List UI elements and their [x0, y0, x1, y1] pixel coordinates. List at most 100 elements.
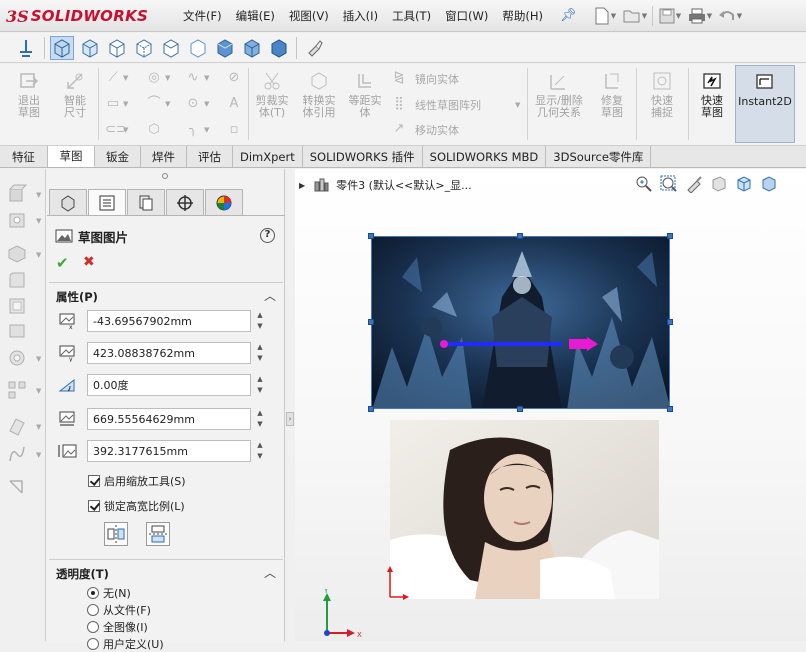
previous-view-icon[interactable]	[683, 173, 705, 195]
cube-view-9-icon[interactable]	[267, 36, 291, 60]
line-dropdown-icon[interactable]: ▼	[123, 74, 128, 82]
resize-handle-top-right[interactable]	[667, 233, 673, 239]
spin-down-icon[interactable]: ▼	[254, 451, 266, 462]
circle-dropdown-icon[interactable]: ▼	[165, 74, 170, 82]
resize-handle-left[interactable]	[368, 319, 374, 325]
point-icon[interactable]: ⊘	[226, 70, 242, 86]
text-icon[interactable]: A	[226, 96, 242, 112]
tab-solidworks-addins[interactable]: SOLIDWORKS 插件	[303, 146, 423, 167]
print-icon[interactable]: ▼	[685, 4, 715, 28]
cube-view-5-icon[interactable]	[159, 36, 183, 60]
graphics-area[interactable]: ▶ 零件3 (默认<<默认>_显... Y X	[295, 169, 806, 641]
rectangle-dropdown-icon[interactable]: ▼	[123, 100, 128, 108]
transparency-user-defined-radio[interactable]: 用户定义(U)	[87, 636, 164, 652]
offset-entities-button[interactable]: 等距实体	[343, 70, 387, 119]
collapse-up-icon[interactable]: ︿	[264, 564, 276, 581]
collapse-up-icon[interactable]: ︿	[264, 287, 276, 304]
convert-entities-button[interactable]: 转换实体引用	[297, 70, 341, 119]
linear-pattern-dropdown-icon[interactable]: ▼	[515, 101, 520, 109]
reference-geometry-icon[interactable]	[6, 415, 28, 437]
spin-up-icon[interactable]: ▲	[254, 408, 266, 419]
checkbox-checked-icon[interactable]	[88, 475, 100, 487]
x-position-spinner[interactable]: ▲ ▼	[254, 310, 266, 332]
cube-view-1-icon[interactable]	[50, 36, 74, 60]
view-orientation-icon[interactable]	[733, 173, 755, 195]
smart-dimension-button[interactable]: 智能尺寸	[54, 70, 96, 119]
trim-entities-button[interactable]: 剪裁实体(T)	[250, 70, 294, 119]
cut-dropdown-icon[interactable]: ▼	[36, 251, 41, 259]
rectangle-icon[interactable]: ▭	[105, 96, 121, 112]
flyout-tree-row[interactable]: ▶ 零件3 (默认<<默认>_显...	[299, 177, 472, 193]
line-icon[interactable]: ⟋	[105, 70, 121, 86]
radio-icon[interactable]	[87, 621, 99, 633]
new-icon[interactable]: ▼	[590, 4, 620, 28]
enable-scale-tool-checkbox[interactable]: 启用缩放工具(S)	[88, 472, 186, 490]
polygon-icon[interactable]: ⬡	[146, 122, 162, 138]
spin-down-icon[interactable]: ▼	[254, 353, 266, 364]
angle-field[interactable]	[87, 374, 251, 396]
y-position-spinner[interactable]: ▲ ▼	[254, 342, 266, 364]
resize-handle-top-left[interactable]	[368, 233, 374, 239]
cut-icon[interactable]	[6, 243, 28, 265]
spin-up-icon[interactable]: ▲	[254, 374, 266, 385]
ellipse-icon[interactable]: ⊙	[185, 96, 201, 112]
width-field[interactable]	[87, 408, 251, 430]
tab-3dsource[interactable]: 3DSource零件库	[546, 146, 652, 167]
display-style-icon[interactable]	[758, 173, 780, 195]
section-view-icon[interactable]	[708, 173, 730, 195]
tab-configurationmanager[interactable]	[127, 189, 165, 215]
checkbox-checked-icon[interactable]	[88, 500, 100, 512]
transparency-from-file-radio[interactable]: 从文件(F)	[87, 602, 151, 618]
slot-icon[interactable]: ⊂⊃	[105, 122, 127, 138]
instant2d-button[interactable]: Instant2D	[735, 65, 795, 143]
zoom-to-area-icon[interactable]	[658, 173, 680, 195]
reference-dropdown-icon[interactable]: ▼	[36, 423, 41, 431]
expand-arrow-icon[interactable]: ▶	[299, 181, 305, 190]
panel-grip[interactable]	[162, 173, 168, 179]
cube-view-8-icon[interactable]	[240, 36, 264, 60]
resize-handle-top[interactable]	[517, 233, 523, 239]
tab-sketch[interactable]: 草图	[48, 146, 95, 167]
curves-icon[interactable]	[6, 443, 28, 465]
display-delete-relations-button[interactable]: 显示/删除几何关系	[530, 70, 588, 119]
menu-view[interactable]: 视图(V)	[282, 8, 336, 24]
mirror-entities-button[interactable]: 镜向实体	[415, 71, 459, 87]
revolve-dropdown-icon[interactable]: ▼	[36, 217, 41, 225]
fillet-icon[interactable]: ╮	[185, 122, 201, 138]
transparency-none-radio[interactable]: 无(N)	[87, 585, 131, 601]
tab-sheet-metal[interactable]: 钣金	[95, 146, 141, 167]
ellipse-dropdown-icon[interactable]: ▼	[204, 100, 209, 108]
cube-view-7-icon[interactable]	[213, 36, 237, 60]
y-position-field[interactable]	[87, 342, 251, 364]
extrude-dropdown-icon[interactable]: ▼	[36, 191, 41, 199]
point-small-icon[interactable]: ▫	[226, 122, 242, 138]
linear-pattern-button[interactable]: 线性草图阵列	[415, 97, 481, 113]
panel-collapse-handle[interactable]: ›	[286, 412, 294, 426]
flashlight-icon[interactable]	[302, 36, 326, 60]
hole-dropdown-icon[interactable]: ▼	[36, 355, 41, 363]
height-spinner[interactable]: ▲ ▼	[254, 440, 266, 462]
pattern-dropdown-icon[interactable]: ▼	[36, 387, 41, 395]
flip-horizontal-button[interactable]	[104, 522, 128, 546]
pin-icon[interactable]: 📌︎	[560, 8, 577, 23]
shell-icon[interactable]	[6, 295, 28, 317]
rib-icon[interactable]	[6, 319, 28, 341]
cancel-x-icon[interactable]: ✖	[83, 254, 95, 270]
rapid-sketch-button[interactable]: 快速草图	[690, 70, 734, 119]
exit-sketch-button[interactable]: 退出草图	[8, 70, 50, 119]
tab-featuremanager[interactable]	[49, 189, 87, 215]
open-icon[interactable]: ▼	[620, 4, 650, 28]
properties-section-header[interactable]: 属性(P) ︿	[49, 282, 283, 306]
zoom-to-fit-icon[interactable]	[633, 173, 655, 195]
menu-file[interactable]: 文件(F)	[176, 8, 229, 24]
move-entities-button[interactable]: 移动实体	[415, 122, 459, 138]
curves-dropdown-icon[interactable]: ▼	[36, 451, 41, 459]
menu-window[interactable]: 窗口(W)	[438, 8, 495, 24]
hole-wizard-icon[interactable]	[6, 347, 28, 369]
lock-aspect-ratio-checkbox[interactable]: 锁定高宽比例(L)	[88, 497, 185, 515]
angle-spinner[interactable]: ▲ ▼	[254, 374, 266, 396]
tab-dimxpertmanager[interactable]	[166, 189, 204, 215]
menu-edit[interactable]: 编辑(E)	[229, 8, 282, 24]
spin-up-icon[interactable]: ▲	[254, 310, 266, 321]
quick-snaps-button[interactable]: 快速捕捉	[640, 70, 684, 119]
